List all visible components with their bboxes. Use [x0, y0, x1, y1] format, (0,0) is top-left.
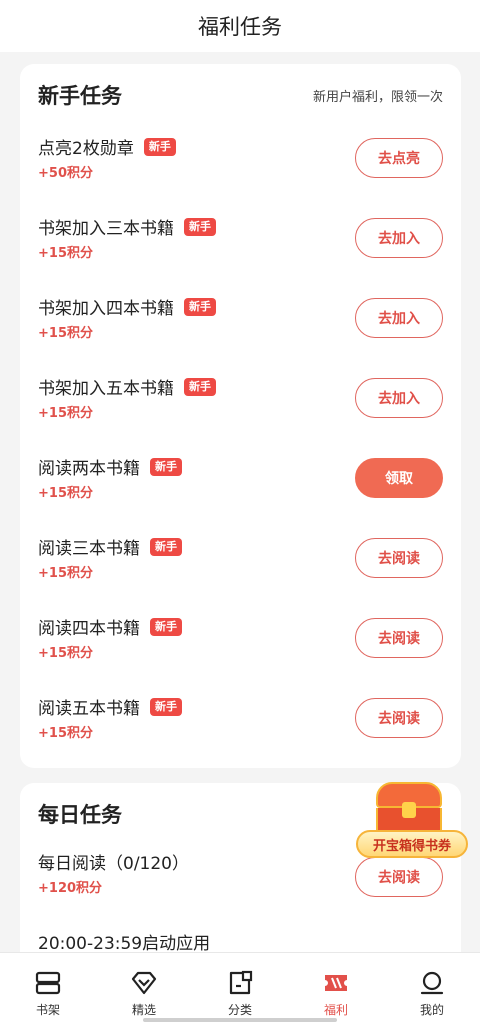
tab-label: 福利: [323, 1003, 348, 1017]
newbie-badge: 新手: [150, 457, 182, 476]
task-name: 阅读三本书籍: [38, 539, 140, 559]
go-read-button[interactable]: 去阅读: [355, 618, 443, 658]
task-name: 点亮2枚勋章: [38, 139, 134, 159]
light-up-button[interactable]: 去点亮: [355, 138, 443, 178]
task-row: 阅读四本书籍 新手 +15积分 去阅读: [38, 606, 443, 686]
task-row: 书架加入四本书籍 新手 +15积分 去加入: [38, 286, 443, 366]
task-row: 书架加入三本书籍 新手 +15积分 去加入: [38, 206, 443, 286]
newbie-badge: 新手: [184, 377, 216, 396]
task-points: +15积分: [38, 726, 93, 741]
tab-category[interactable]: 分类: [192, 953, 288, 1024]
add-to-shelf-button[interactable]: 去加入: [355, 378, 443, 418]
tab-bookshelf[interactable]: 书架: [0, 953, 96, 1024]
task-row: 阅读两本书籍 新手 +15积分 领取: [38, 446, 443, 526]
task-points: +15积分: [38, 486, 93, 501]
tab-label: 分类: [227, 1003, 252, 1017]
section-note: 新用户福利，限领一次: [312, 89, 443, 105]
bottom-tab-bar: 书架 精选 分类 福利 我的: [0, 952, 480, 1024]
page-title: 福利任务: [198, 15, 282, 39]
tab-label: 精选: [131, 1003, 156, 1017]
task-name: 每日阅读（0/120）: [38, 854, 189, 874]
task-name: 书架加入三本书籍: [38, 219, 174, 239]
task-points: +15积分: [38, 646, 93, 661]
task-row: 书架加入五本书籍 新手 +15积分 去加入: [38, 366, 443, 446]
newbie-badge: 新手: [143, 137, 176, 156]
lock-icon: [402, 802, 416, 818]
task-points: +120积分: [38, 881, 103, 896]
home-indicator: [143, 1018, 337, 1022]
new-user-tasks-header: 新手任务 新用户福利，限领一次: [38, 64, 443, 126]
add-to-shelf-button[interactable]: 去加入: [355, 298, 443, 338]
task-name: 书架加入四本书籍: [38, 299, 174, 319]
task-row: 阅读三本书籍 新手 +15积分 去阅读: [38, 526, 443, 606]
task-points: +15积分: [38, 406, 93, 421]
go-read-button[interactable]: 去阅读: [355, 698, 443, 738]
task-name: 阅读四本书籍: [38, 619, 140, 639]
treasure-chest-button[interactable]: 开宝箱得书券: [356, 778, 468, 864]
category-icon: [229, 970, 253, 995]
treasure-label: 开宝箱得书券: [356, 830, 468, 858]
task-row: 阅读五本书籍 新手 +15积分 去阅读: [38, 686, 443, 766]
ticket-icon: [325, 975, 347, 991]
tab-label: 书架: [35, 1003, 60, 1017]
task-name: 书架加入五本书籍: [38, 379, 174, 399]
task-points: +50积分: [38, 166, 93, 181]
task-row: 点亮2枚勋章 新手 +50积分 去点亮: [38, 126, 443, 206]
task-points: +15积分: [38, 326, 93, 341]
go-read-button[interactable]: 去阅读: [355, 538, 443, 578]
diamond-icon: [131, 971, 157, 995]
profile-icon: [420, 971, 444, 995]
section-title: 每日任务: [38, 803, 122, 827]
tab-label: 我的: [419, 1003, 444, 1017]
add-to-shelf-button[interactable]: 去加入: [355, 218, 443, 258]
section-title: 新手任务: [38, 84, 122, 108]
newbie-badge: 新手: [150, 697, 182, 716]
newbie-badge: 新手: [150, 617, 182, 636]
tab-welfare[interactable]: 福利: [288, 953, 384, 1024]
new-user-tasks-card: 新手任务 新用户福利，限领一次 点亮2枚勋章 新手 +50积分 去点亮 书架加入三…: [20, 64, 461, 768]
bookshelf-icon: [35, 971, 61, 995]
task-name: 阅读五本书籍: [38, 699, 140, 719]
task-name: 阅读两本书籍: [38, 459, 140, 479]
tab-profile[interactable]: 我的: [384, 953, 480, 1024]
task-points: +15积分: [38, 566, 93, 581]
newbie-badge: 新手: [184, 297, 216, 316]
task-name: 20:00-23:59启动应用: [38, 934, 211, 954]
claim-button[interactable]: 领取: [355, 458, 443, 498]
top-bar: 福利任务: [0, 0, 480, 52]
tab-featured[interactable]: 精选: [96, 953, 192, 1024]
task-points: +15积分: [38, 246, 93, 261]
newbie-badge: 新手: [150, 537, 182, 556]
newbie-badge: 新手: [184, 217, 216, 236]
